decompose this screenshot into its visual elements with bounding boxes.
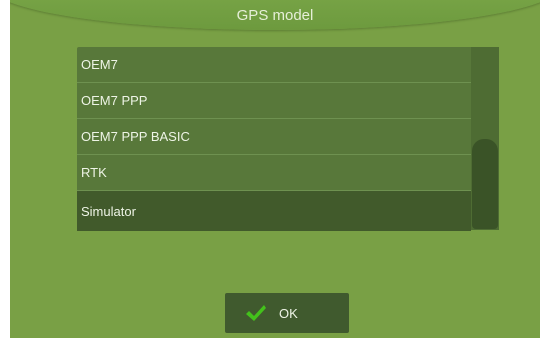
dialog-title: GPS model xyxy=(236,7,314,24)
ok-button[interactable]: OK xyxy=(225,293,349,333)
list-scrollbar[interactable] xyxy=(471,47,499,230)
gps-model-dialog: GPS model OEM7 OEM7 PPP OEM7 PPP BASIC R… xyxy=(10,0,540,338)
gps-model-list-panel: OEM7 OEM7 PPP OEM7 PPP BASIC RTK Simulat… xyxy=(77,47,499,231)
scrollbar-thumb[interactable] xyxy=(472,139,498,229)
list-item-label: RTK xyxy=(81,165,107,180)
gps-model-list: OEM7 OEM7 PPP OEM7 PPP BASIC RTK Simulat… xyxy=(77,47,471,231)
checkmark-icon xyxy=(245,304,267,322)
ok-label: OK xyxy=(279,305,298,321)
list-item-label: OEM7 PPP BASIC xyxy=(81,129,190,144)
list-item-label: Simulator xyxy=(81,203,136,219)
list-item-simulator[interactable]: Simulator xyxy=(77,191,471,231)
list-item-oem7-ppp-basic[interactable]: OEM7 PPP BASIC xyxy=(77,119,471,155)
list-item-rtk[interactable]: RTK xyxy=(77,155,471,191)
list-item-oem7-ppp[interactable]: OEM7 PPP xyxy=(77,83,471,119)
list-item-label: OEM7 xyxy=(81,57,118,72)
list-item-label: OEM7 PPP xyxy=(81,93,148,108)
list-item-oem7[interactable]: OEM7 xyxy=(77,47,471,83)
